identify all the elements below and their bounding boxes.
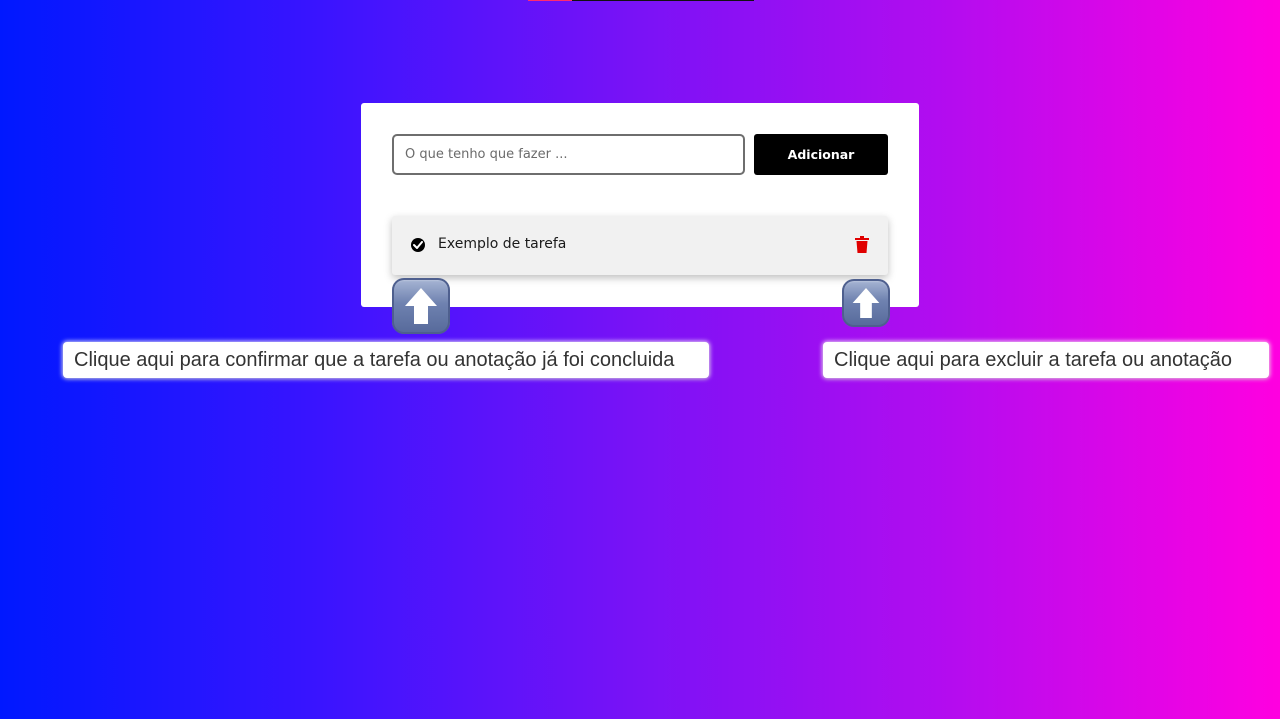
complete-hint: Clique aqui para confirmar que a tarefa …: [63, 342, 709, 378]
check-circle-icon[interactable]: [411, 238, 425, 252]
add-button[interactable]: Adicionar: [754, 134, 888, 175]
todo-card: Adicionar Exemplo de tarefa: [361, 103, 919, 307]
arrow-up-icon: [842, 279, 890, 327]
task-input[interactable]: [392, 134, 745, 175]
delete-hint: Clique aqui para excluir a tarefa ou ano…: [823, 342, 1269, 378]
arrow-up-icon: [392, 278, 450, 334]
task-text: Exemplo de tarefa: [438, 236, 567, 252]
task-item: Exemplo de tarefa: [392, 216, 888, 275]
top-bar: [528, 0, 754, 1]
trash-icon[interactable]: [855, 236, 869, 253]
top-bar-accent: [528, 0, 572, 1]
